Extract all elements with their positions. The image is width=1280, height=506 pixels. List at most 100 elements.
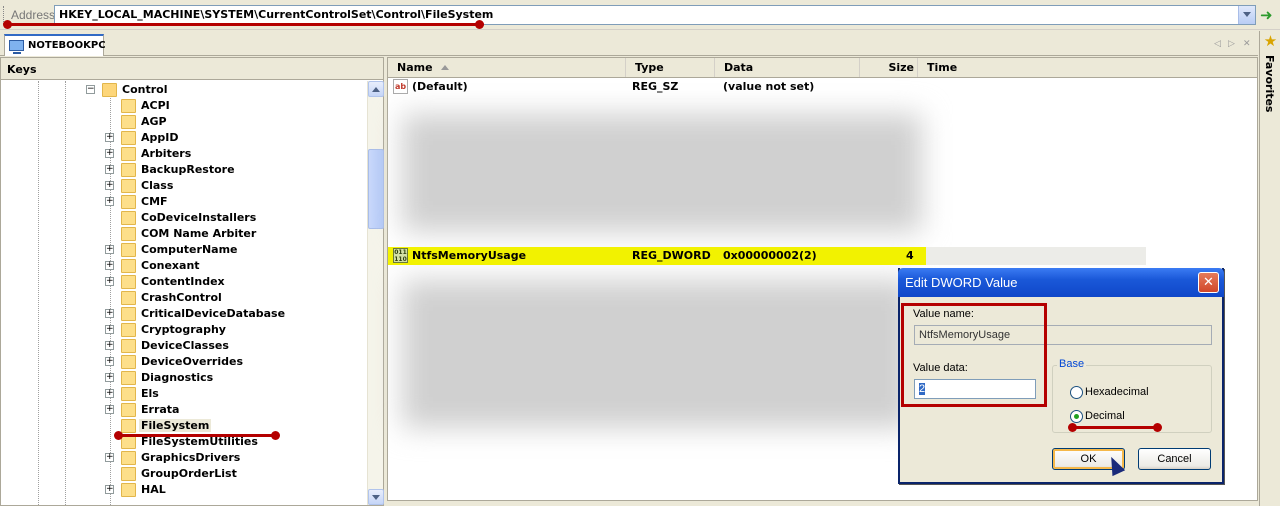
expand-icon[interactable]: +: [105, 149, 114, 158]
keys-title: Keys: [7, 63, 37, 76]
tree-item[interactable]: + Arbiters: [1, 146, 367, 162]
tree-item[interactable]: + Errata: [1, 402, 367, 418]
annotation-underline-address: [6, 23, 484, 26]
folder-icon: [121, 387, 136, 401]
tree-item-label: CrashControl: [141, 291, 222, 304]
tree-item-label: ComputerName: [141, 243, 238, 256]
expand-icon[interactable]: +: [105, 245, 114, 254]
column-size[interactable]: Size: [860, 58, 918, 77]
tree-item[interactable]: + Diagnostics: [1, 370, 367, 386]
annotation-underline-filesystem: [118, 434, 278, 437]
go-arrow-icon[interactable]: ➜: [1260, 7, 1276, 23]
tree-item[interactable]: + HAL: [1, 482, 367, 498]
folder-icon: [121, 227, 136, 241]
hexadecimal-label[interactable]: Hexadecimal: [1085, 386, 1149, 398]
tree-item[interactable]: CrashControl: [1, 290, 367, 306]
tree-item-label: GraphicsDrivers: [141, 451, 241, 464]
value-size: 4: [906, 249, 914, 262]
folder-open-icon: [102, 83, 117, 97]
expand-icon[interactable]: +: [105, 261, 114, 270]
column-name[interactable]: Name: [388, 58, 626, 77]
tree-item[interactable]: GroupOrderList: [1, 466, 367, 482]
tree-item[interactable]: ACPI: [1, 98, 367, 114]
folder-icon: [121, 259, 136, 273]
dialog-titlebar[interactable]: Edit DWORD Value ✕: [898, 268, 1224, 297]
scroll-down-button[interactable]: [368, 489, 384, 505]
column-type[interactable]: Type: [626, 58, 715, 77]
scroll-up-button[interactable]: [368, 81, 384, 97]
hexadecimal-radio[interactable]: [1070, 386, 1083, 399]
value-row-default[interactable]: ab (Default) REG_SZ (value not set): [388, 78, 1148, 96]
tree-item[interactable]: FileSystem: [1, 418, 367, 434]
collapse-icon[interactable]: −: [86, 85, 95, 94]
decimal-radio[interactable]: [1070, 410, 1083, 423]
expand-icon[interactable]: +: [105, 309, 114, 318]
close-icon[interactable]: ✕: [1198, 272, 1219, 293]
expand-icon[interactable]: +: [105, 197, 114, 206]
tree-item-label: Conexant: [141, 259, 200, 272]
tree-item[interactable]: COM Name Arbiter: [1, 226, 367, 242]
folder-icon: [121, 307, 136, 321]
expand-icon[interactable]: +: [105, 133, 114, 142]
favorites-label[interactable]: Favorites: [1263, 55, 1276, 112]
star-icon[interactable]: ★: [1262, 33, 1279, 50]
tree-item[interactable]: + GraphicsDrivers: [1, 450, 367, 466]
expand-icon[interactable]: +: [105, 389, 114, 398]
column-data-label: Data: [724, 61, 754, 74]
tree-item[interactable]: + Class: [1, 178, 367, 194]
column-data[interactable]: Data: [715, 58, 860, 77]
tree-item[interactable]: AGP: [1, 114, 367, 130]
tree-item[interactable]: + ContentIndex: [1, 274, 367, 290]
tree-item[interactable]: + Els: [1, 386, 367, 402]
tree-item[interactable]: + Cryptography: [1, 322, 367, 338]
tree-item-label: Diagnostics: [141, 371, 214, 384]
expand-icon[interactable]: +: [105, 453, 114, 462]
folder-icon: [121, 371, 136, 385]
expand-icon[interactable]: +: [105, 181, 114, 190]
tree-item-label: DeviceOverrides: [141, 355, 243, 368]
expand-icon[interactable]: +: [105, 485, 114, 494]
expand-icon[interactable]: +: [105, 277, 114, 286]
tree-item-control[interactable]: − Control: [1, 82, 367, 98]
tab-close-icon[interactable]: ✕: [1243, 39, 1251, 49]
tree-item[interactable]: + DeviceOverrides: [1, 354, 367, 370]
tree-item-label: Errata: [141, 403, 180, 416]
value-type: REG_DWORD: [632, 249, 711, 262]
folder-icon: [121, 195, 136, 209]
expand-icon[interactable]: +: [105, 325, 114, 334]
tree-item[interactable]: + Conexant: [1, 258, 367, 274]
expand-icon[interactable]: +: [105, 165, 114, 174]
column-time[interactable]: Time: [918, 58, 1257, 77]
tree-item-label: CoDeviceInstallers: [141, 211, 257, 224]
tree-item[interactable]: CoDeviceInstallers: [1, 210, 367, 226]
tab-prev-icon[interactable]: ◁: [1214, 39, 1221, 49]
tree-item[interactable]: + BackupRestore: [1, 162, 367, 178]
expand-icon[interactable]: +: [105, 373, 114, 382]
tree-item-label: AGP: [141, 115, 167, 128]
tree-item[interactable]: + CMF: [1, 194, 367, 210]
column-name-label: Name: [397, 61, 433, 74]
favorites-sidebar[interactable]: ★ Favorites: [1259, 31, 1280, 506]
expand-icon[interactable]: +: [105, 405, 114, 414]
tree-item-label: ACPI: [141, 99, 170, 112]
tree-item[interactable]: + AppID: [1, 130, 367, 146]
scroll-thumb[interactable]: [368, 149, 384, 229]
tree-item[interactable]: + ComputerName: [1, 242, 367, 258]
tab-notebookpc[interactable]: NOTEBOOKPC: [4, 34, 106, 56]
address-input[interactable]: HKEY_LOCAL_MACHINE\SYSTEM\CurrentControl…: [54, 5, 1256, 25]
address-dropdown-button[interactable]: [1238, 6, 1255, 24]
expand-icon[interactable]: +: [105, 341, 114, 350]
tree-item[interactable]: + CriticalDeviceDatabase: [1, 306, 367, 322]
folder-icon: [121, 99, 136, 113]
folder-icon: [121, 419, 136, 433]
annotation-dot: [271, 431, 280, 440]
computer-icon: [9, 40, 24, 54]
cancel-button[interactable]: Cancel: [1138, 448, 1211, 470]
tree-item[interactable]: + DeviceClasses: [1, 338, 367, 354]
value-row-ntfsmemoryusage[interactable]: 011 110 NtfsMemoryUsage REG_DWORD 0x00000…: [388, 247, 926, 265]
expand-icon[interactable]: +: [105, 357, 114, 366]
tree-item-label: AppID: [141, 131, 179, 144]
decimal-label[interactable]: Decimal: [1085, 410, 1125, 422]
tab-next-icon[interactable]: ▷: [1228, 39, 1235, 49]
keys-scrollbar[interactable]: [367, 81, 384, 505]
